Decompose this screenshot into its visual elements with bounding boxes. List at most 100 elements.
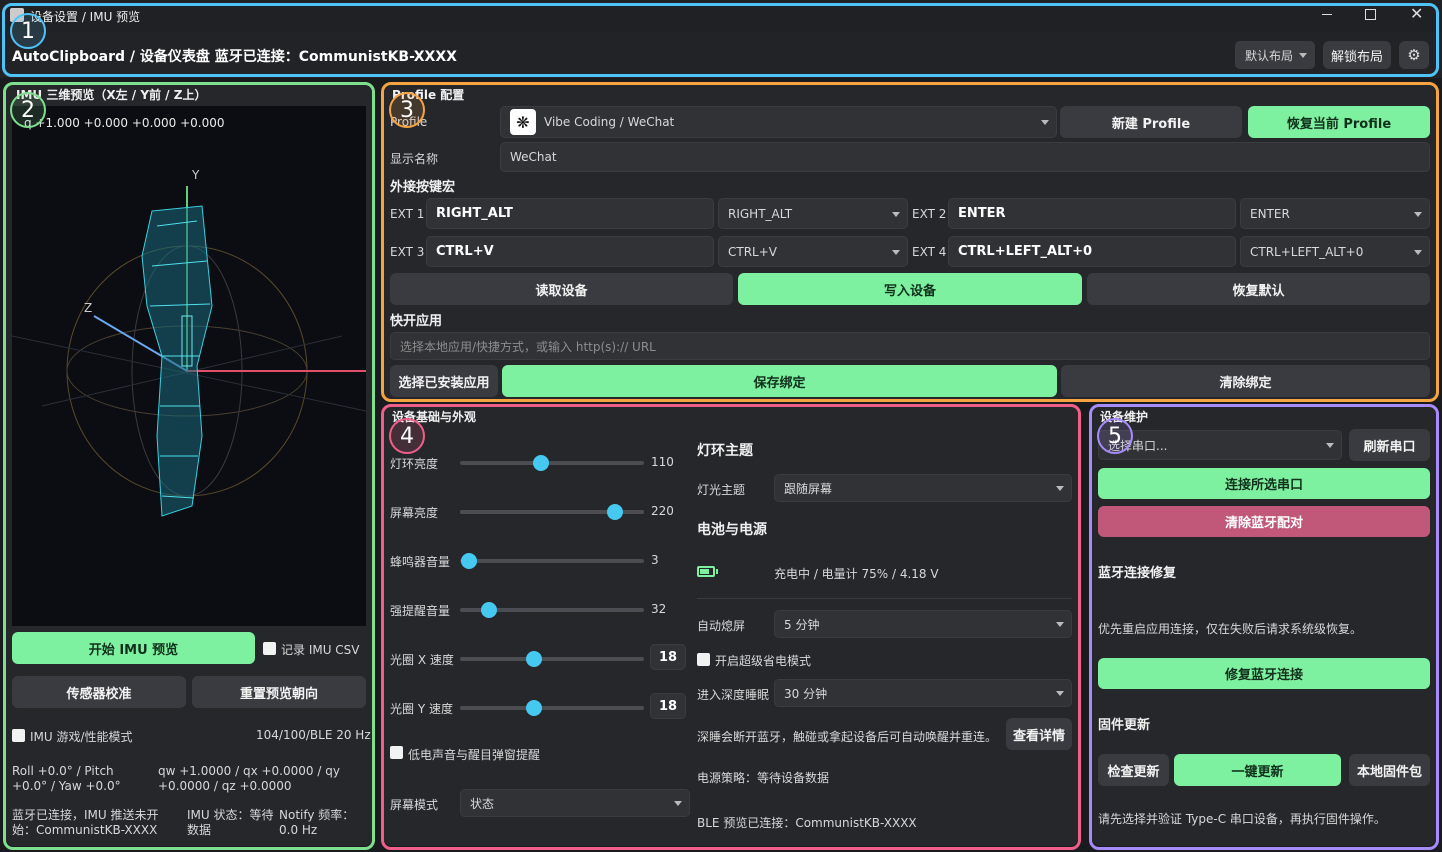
screen-mode-select[interactable]: 状态: [460, 789, 690, 817]
euler-readout: Roll +0.0° / Pitch +0.0° / Yaw +0.0°: [12, 764, 121, 793]
serial-port-select[interactable]: 选择串口...: [1098, 430, 1342, 460]
ext2-label: EXT 2: [912, 207, 947, 221]
ext3-select-value: CTRL+V: [728, 244, 777, 259]
restore-default-button[interactable]: 恢复默认: [1087, 273, 1430, 305]
save-binding-button[interactable]: 保存绑定: [502, 365, 1057, 397]
clear-bt-pairing-button[interactable]: 清除蓝牙配对: [1098, 506, 1430, 537]
notify-rate-text: Notify 频率：0.0 Hz: [279, 808, 355, 837]
one-click-update-button[interactable]: 一键更新: [1174, 754, 1341, 786]
repair-bt-button[interactable]: 修复蓝牙连接: [1098, 658, 1430, 689]
battery-title: 电池与电源: [697, 522, 767, 538]
auto-off-value: 5 分钟: [784, 617, 820, 632]
close-icon[interactable]: ✕: [1410, 4, 1423, 23]
region-badge-2: 2: [10, 92, 46, 128]
ext3-value: CTRL+V: [436, 244, 494, 259]
ext2-select[interactable]: ENTER: [1240, 198, 1430, 229]
display-name-input[interactable]: WeChat: [500, 142, 1430, 172]
slider-label: 蜂鸣器音量: [390, 555, 451, 569]
ext1-select-value: RIGHT_ALT: [728, 206, 793, 221]
slider-track[interactable]: [460, 651, 644, 667]
screen-mode-value: 状态: [470, 796, 495, 811]
clear-binding-button[interactable]: 清除绑定: [1061, 365, 1430, 397]
game-mode-label: IMU 游戏/性能模式: [30, 730, 133, 744]
quick-launch-placeholder: 选择本地应用/快捷方式，或输入 http(s):// URL: [400, 339, 656, 354]
gear-button[interactable]: ⚙: [1399, 41, 1429, 69]
ext1-value: RIGHT_ALT: [436, 206, 513, 221]
refresh-port-button[interactable]: 刷新串口: [1349, 429, 1430, 461]
slider-value-input[interactable]: 18: [650, 644, 686, 670]
ext1-input[interactable]: RIGHT_ALT: [426, 198, 714, 229]
slider-handle[interactable]: [481, 602, 498, 618]
slider-value-input[interactable]: 18: [650, 693, 686, 719]
battery-status: 充电中 / 电量计 75% / 4.18 V: [774, 567, 939, 581]
read-device-button[interactable]: 读取设备: [390, 273, 733, 305]
choose-app-button[interactable]: 选择已安装应用: [390, 365, 498, 397]
start-imu-preview-button[interactable]: 开始 IMU 预览: [12, 632, 255, 664]
slider-track[interactable]: [460, 455, 644, 471]
slider-handle[interactable]: [532, 455, 549, 471]
write-device-button[interactable]: 写入设备: [738, 273, 1082, 305]
slider-label: 灯环亮度: [390, 457, 439, 471]
slider-handle[interactable]: [606, 504, 623, 520]
gear-icon: ⚙: [1407, 46, 1421, 64]
low-power-prompt-label: 低电声音与醒目弹窗提醒: [408, 748, 541, 762]
imu-3d-view[interactable]: q +1.000 +0.000 +0.000 +0.000 Y Z: [12, 106, 366, 626]
view-details-button[interactable]: 查看详情: [1006, 718, 1072, 750]
deep-sleep-select[interactable]: 30 分钟: [774, 679, 1072, 707]
slider-track[interactable]: [460, 700, 644, 716]
slider-track[interactable]: [460, 602, 644, 618]
display-name-value: WeChat: [510, 150, 557, 164]
quat-detail-readout: qw +1.0000 / qx +0.0000 / qy +0.0000 / q…: [158, 764, 340, 793]
ring-theme-title: 灯环主题: [697, 443, 753, 459]
slider-track[interactable]: [460, 504, 644, 520]
light-theme-select[interactable]: 跟随屏幕: [774, 474, 1072, 502]
ext1-label: EXT 1: [390, 207, 425, 221]
deep-sleep-value: 30 分钟: [784, 686, 828, 701]
super-save-checkbox[interactable]: [697, 653, 710, 666]
profile-select[interactable]: ❋ Vibe Coding / WeChat: [500, 106, 1057, 138]
auto-off-select[interactable]: 5 分钟: [774, 610, 1072, 638]
restore-profile-button[interactable]: 恢复当前 Profile: [1248, 106, 1430, 138]
ext4-label: EXT 4: [912, 245, 947, 259]
quick-launch-title: 快开应用: [390, 314, 443, 329]
region-badge-3: 3: [389, 92, 425, 128]
openai-icon: ❋: [510, 109, 536, 135]
ext4-input[interactable]: CTRL+LEFT_ALT+0: [948, 236, 1236, 267]
ext1-select[interactable]: RIGHT_ALT: [718, 198, 908, 229]
slider-handle[interactable]: [461, 553, 478, 569]
firmware-note: 请先选择并验证 Type-C 串口设备，再执行固件操作。: [1098, 812, 1386, 826]
ext2-input[interactable]: ENTER: [948, 198, 1236, 229]
local-firmware-button[interactable]: 本地固件包: [1349, 754, 1430, 786]
ext4-value: CTRL+LEFT_ALT+0: [958, 244, 1093, 259]
axis-z-label: Z: [84, 301, 93, 315]
maximize-icon[interactable]: [1365, 9, 1376, 20]
ext4-select[interactable]: CTRL+LEFT_ALT+0: [1240, 236, 1430, 267]
minimize-icon[interactable]: [1320, 6, 1334, 20]
deep-sleep-note: 深睡会断开蓝牙，触碰或拿起设备后可自动唤醒并重连。: [697, 730, 998, 744]
unlock-layout-button[interactable]: 解锁布局: [1323, 41, 1391, 69]
slider-value: 3: [651, 553, 659, 567]
sensor-calibrate-button[interactable]: 传感器校准: [12, 676, 186, 708]
game-mode-checkbox[interactable]: [12, 729, 25, 742]
imu-state-text: IMU 状态：等待数据: [187, 808, 274, 837]
new-profile-button[interactable]: 新建 Profile: [1060, 106, 1242, 138]
ext3-label: EXT 3: [390, 245, 425, 259]
window-title: 设备设置 / IMU 预览: [30, 10, 141, 24]
bt-repair-note: 优先重启应用连接，仅在失败后请求系统级恢复。: [1098, 622, 1363, 636]
reset-preview-button[interactable]: 重置预览朝向: [192, 676, 366, 708]
axis-y-label: Y: [192, 168, 200, 182]
slider-track[interactable]: [460, 553, 644, 569]
ext3-input[interactable]: CTRL+V: [426, 236, 714, 267]
light-theme-label: 灯光主题: [697, 483, 746, 497]
connect-port-button[interactable]: 连接所选串口: [1098, 468, 1430, 499]
slider-handle[interactable]: [525, 651, 542, 667]
record-csv-checkbox[interactable]: [263, 642, 276, 655]
ext2-value: ENTER: [958, 206, 1006, 221]
ext3-select[interactable]: CTRL+V: [718, 236, 908, 267]
layout-select[interactable]: 默认布局: [1235, 41, 1315, 69]
slider-value: 220: [651, 504, 674, 518]
slider-handle[interactable]: [525, 700, 542, 716]
check-update-button[interactable]: 检查更新: [1098, 754, 1169, 786]
quick-launch-input[interactable]: 选择本地应用/快捷方式，或输入 http(s):// URL: [390, 332, 1430, 360]
low-power-prompt-checkbox[interactable]: [390, 746, 403, 759]
